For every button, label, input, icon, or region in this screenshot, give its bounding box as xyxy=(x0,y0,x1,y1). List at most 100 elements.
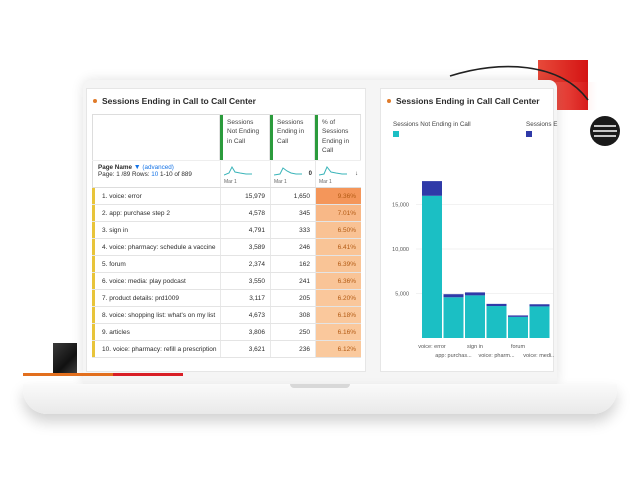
column-header-not-ending[interactable]: Sessions Not Ending in Call xyxy=(220,115,270,160)
cell-percent: 7.01% xyxy=(315,205,361,221)
table-row[interactable]: 2. app: purchase step 2 4,578 345 7.01% xyxy=(92,205,361,222)
header-blank xyxy=(92,115,220,160)
cell-ending: 250 xyxy=(270,324,315,340)
row-label[interactable]: 8. voice: shopping list: what's on my li… xyxy=(92,307,220,323)
column-header-percent[interactable]: % of Sessions Ending in Call xyxy=(315,115,361,160)
sparkline-icon xyxy=(274,167,302,176)
legend-label-not-ending: Sessions Not Ending in Call xyxy=(393,121,471,128)
cell-not-ending: 3,621 xyxy=(220,341,270,357)
cell-ending: 333 xyxy=(270,222,315,238)
legend-swatch-teal xyxy=(393,131,399,137)
rows-label: Rows: xyxy=(131,171,150,178)
bar-not-ending[interactable] xyxy=(508,316,528,338)
bar-not-ending[interactable] xyxy=(422,195,442,338)
black-decoration-block xyxy=(53,343,77,375)
panel-title-text: Sessions Ending in Call to Call Center xyxy=(102,96,256,106)
status-dot-icon xyxy=(387,99,391,103)
cell-percent: 6.36% xyxy=(315,273,361,289)
cell-not-ending: 3,589 xyxy=(220,239,270,255)
cell-percent: 6.18% xyxy=(315,307,361,323)
table-row[interactable]: 6. voice: media: play podcast 3,550 241 6.3… xyxy=(92,273,361,290)
row-label[interactable]: 4. voice: pharmacy: schedule a vaccine xyxy=(92,239,220,255)
bar-ending[interactable] xyxy=(465,292,485,296)
sparkline-cell-ending: Mar 1 0 xyxy=(270,161,315,187)
x-tick-label: forum xyxy=(511,344,525,350)
bar-ending[interactable] xyxy=(486,303,507,307)
table-row[interactable]: 10. voice: pharmacy: refill a prescripti… xyxy=(92,341,361,358)
cell-not-ending: 3,806 xyxy=(220,324,270,340)
dimension-name[interactable]: Page Name xyxy=(98,164,132,171)
rows-range: 1-10 of 889 xyxy=(159,171,192,178)
row-label[interactable]: 7. product details: prd1009 xyxy=(92,290,220,306)
row-label[interactable]: 1. voice: error xyxy=(92,188,220,204)
bar-chart: 15,000 10,000 5,000 voice: error sign in foru… xyxy=(392,181,554,359)
cell-percent: 6.20% xyxy=(315,290,361,306)
bar-ending[interactable] xyxy=(443,294,464,298)
bar-ending[interactable] xyxy=(508,315,528,317)
bar-ending[interactable] xyxy=(422,181,442,196)
laptop-notch xyxy=(290,384,350,388)
red-accent-line xyxy=(113,373,183,376)
chart-panel-title: Sessions Ending in Call Call Center xyxy=(387,96,540,106)
sparkline-cell-percent: Mar 1 ↓ xyxy=(315,161,361,187)
filter-icon[interactable]: ▼ xyxy=(134,164,141,171)
dimension-cell: Page Name ▼ (advanced) Page: 1 /89 Rows:… xyxy=(92,161,220,187)
status-dot-icon xyxy=(93,99,97,103)
table-row[interactable]: 8. voice: shopping list: what's on my li… xyxy=(92,307,361,324)
table-row[interactable]: 3. sign in 4,791 333 6.50% xyxy=(92,222,361,239)
table-header: Sessions Not Ending in Call Sessions End… xyxy=(92,114,361,160)
cell-not-ending: 4,673 xyxy=(220,307,270,323)
spark-date: Mar 1 xyxy=(224,179,237,185)
bar-not-ending[interactable] xyxy=(529,306,550,338)
sort-arrow-icon[interactable]: ↓ xyxy=(355,171,358,177)
cell-ending: 236 xyxy=(270,341,315,357)
table-subheader: Page Name ▼ (advanced) Page: 1 /89 Rows:… xyxy=(92,160,361,188)
table-body: 1. voice: error 15,979 1,650 9.36% 2. app: p… xyxy=(92,188,361,358)
cell-ending: 1,650 xyxy=(270,188,315,204)
cell-percent: 6.50% xyxy=(315,222,361,238)
rows-select[interactable]: 10 xyxy=(151,171,158,178)
cell-percent: 6.39% xyxy=(315,256,361,272)
advanced-link[interactable]: (advanced) xyxy=(142,164,174,171)
y-tick-label: 15,000 xyxy=(392,203,409,209)
table-row[interactable]: 5. forum 2,374 162 6.39% xyxy=(92,256,361,273)
sparkline-icon xyxy=(319,166,347,176)
chart-clip: 15,000 10,000 5,000 voice: error sign in foru… xyxy=(380,160,554,370)
bar-ending[interactable] xyxy=(529,304,550,307)
orange-accent-line xyxy=(23,373,113,376)
cell-ending: 241 xyxy=(270,273,315,289)
panel-title: Sessions Ending in Call to Call Center xyxy=(93,96,256,106)
column-total: 0 xyxy=(308,171,312,177)
cell-ending: 246 xyxy=(270,239,315,255)
laptop-base xyxy=(23,384,617,414)
cell-not-ending: 2,374 xyxy=(220,256,270,272)
cell-not-ending: 15,979 xyxy=(220,188,270,204)
table-row[interactable]: 4. voice: pharmacy: schedule a vaccine 3,… xyxy=(92,239,361,256)
cell-ending: 308 xyxy=(270,307,315,323)
row-label[interactable]: 3. sign in xyxy=(92,222,220,238)
row-label[interactable]: 10. voice: pharmacy: refill a prescripti… xyxy=(92,341,220,357)
row-label[interactable]: 5. forum xyxy=(92,256,220,272)
spark-date: Mar 1 xyxy=(274,179,287,185)
table-row[interactable]: 7. product details: prd1009 3,117 205 6.20% xyxy=(92,290,361,307)
row-label[interactable]: 9. articles xyxy=(92,324,220,340)
bar-not-ending[interactable] xyxy=(486,306,507,338)
x-tick-label: voice: medi... xyxy=(523,353,554,359)
bar-not-ending[interactable] xyxy=(443,297,464,338)
table-row[interactable]: 9. articles 3,806 250 6.16% xyxy=(92,324,361,341)
cell-ending: 162 xyxy=(270,256,315,272)
y-tick-label: 5,000 xyxy=(395,292,409,298)
x-tick-label: voice: pharm... xyxy=(478,353,515,359)
table-row[interactable]: 1. voice: error 15,979 1,650 9.36% xyxy=(92,188,361,205)
fingerprint-icon xyxy=(590,116,620,146)
cell-percent: 9.36% xyxy=(315,188,361,204)
row-label[interactable]: 6. voice: media: play podcast xyxy=(92,273,220,289)
cell-not-ending: 3,550 xyxy=(220,273,270,289)
chart-title-text: Sessions Ending in Call Call Center xyxy=(396,96,540,106)
cell-not-ending: 3,117 xyxy=(220,290,270,306)
column-header-ending[interactable]: Sessions Ending in Call xyxy=(270,115,315,160)
bar-not-ending[interactable] xyxy=(465,295,485,338)
page-indicator: Page: 1 /89 xyxy=(98,171,131,178)
cell-percent: 6.41% xyxy=(315,239,361,255)
row-label[interactable]: 2. app: purchase step 2 xyxy=(92,205,220,221)
